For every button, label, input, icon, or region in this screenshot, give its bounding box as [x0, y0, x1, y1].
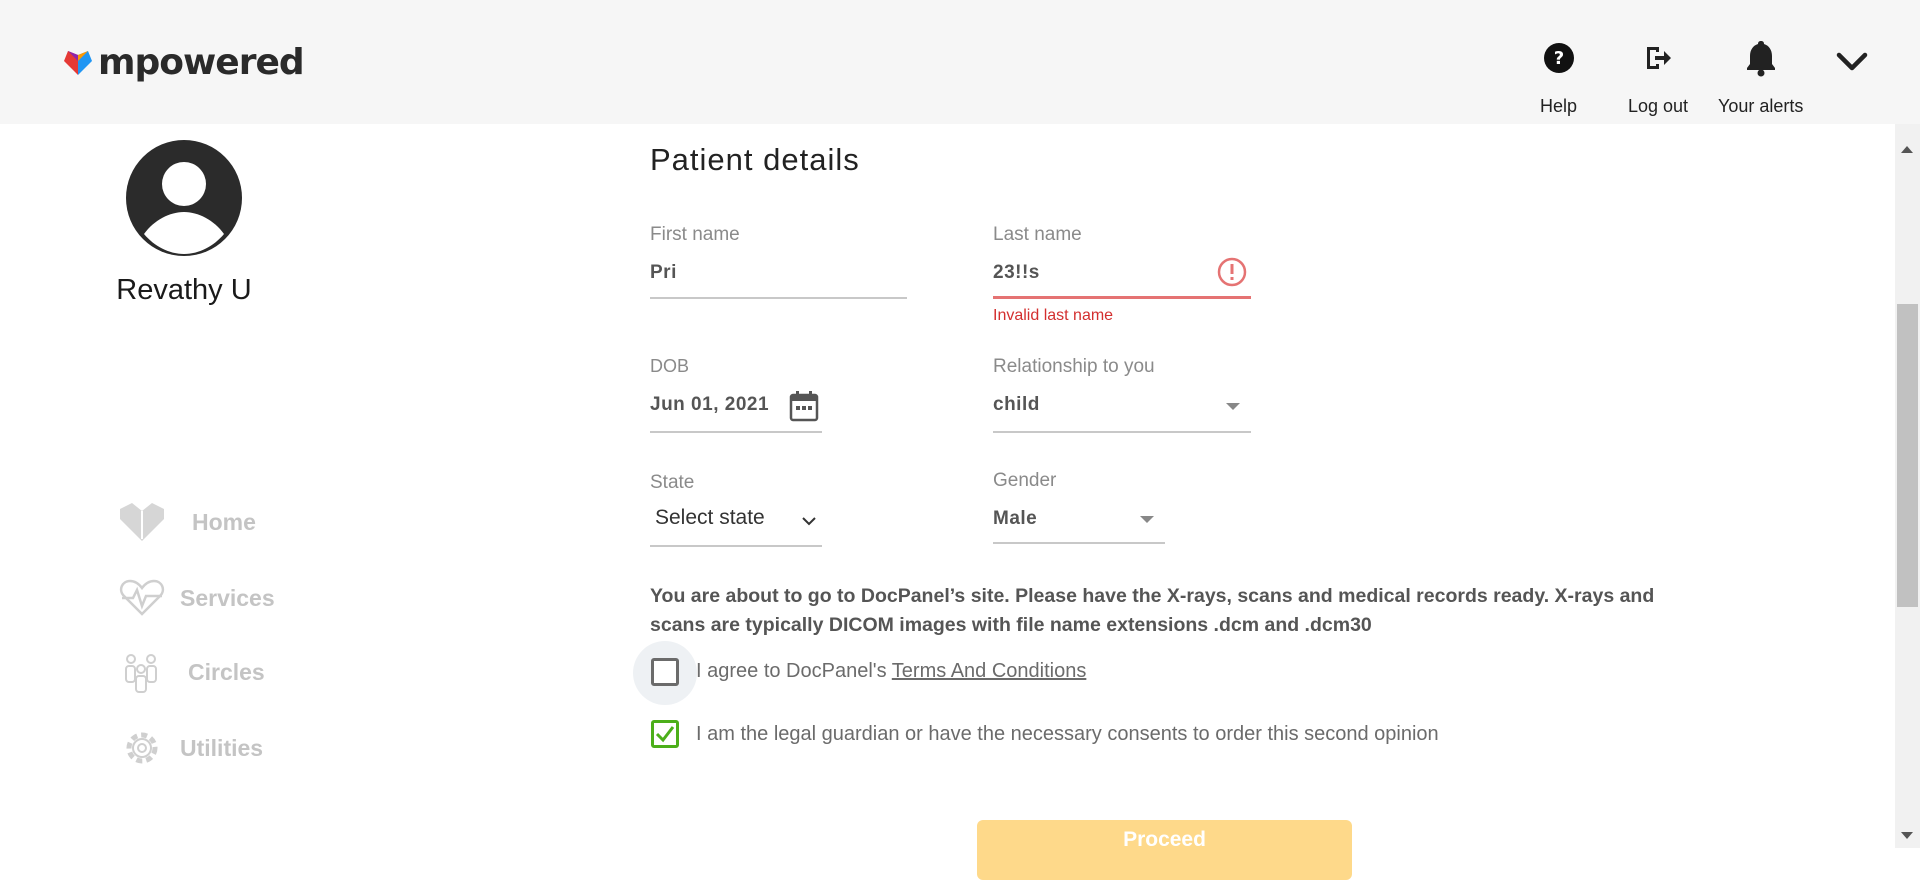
scrollbar-thumb[interactable] [1897, 304, 1918, 607]
sidebar-item-home[interactable]: Home [118, 498, 256, 546]
logo-mark-icon [64, 50, 92, 75]
heart-pulse-icon [118, 574, 166, 622]
error-icon [1217, 257, 1247, 287]
state-underline [650, 545, 822, 547]
scroll-up-icon[interactable] [1901, 146, 1913, 153]
logo[interactable]: mpowered [62, 42, 305, 83]
logo-text: mpowered [98, 42, 305, 83]
alerts-label: Your alerts [1718, 96, 1804, 116]
logout-button[interactable]: Log out [1628, 38, 1688, 117]
alerts-button[interactable]: Your alerts [1718, 38, 1803, 117]
calendar-icon[interactable] [789, 390, 819, 422]
sidebar-item-label: Utilities [180, 734, 264, 761]
help-circle-icon: ? [1541, 38, 1577, 78]
scroll-down-icon[interactable] [1901, 832, 1913, 839]
sidebar-item-label: Services [180, 584, 275, 611]
relationship-underline [993, 431, 1251, 433]
gender-label: Gender [993, 470, 1057, 491]
sidebar-item-services[interactable]: Services [118, 574, 275, 622]
guardian-label: I am the legal guardian or have the nece… [696, 723, 1439, 745]
logout-label: Log out [1628, 96, 1689, 116]
last-name-underline [993, 296, 1251, 299]
check-icon [655, 726, 675, 743]
gear-icon [118, 724, 166, 772]
terms-checkbox[interactable] [651, 658, 679, 686]
bell-icon [1743, 38, 1779, 78]
relationship-select[interactable]: child [993, 394, 1040, 416]
info-text: You are about to go to DocPanel’s site. … [650, 585, 1655, 636]
sidebar-item-utilities[interactable]: Utilities [118, 724, 263, 772]
terms-label: I agree to DocPanel's Terms And Conditio… [696, 660, 1086, 683]
caret-down-icon[interactable] [1226, 403, 1240, 410]
state-select[interactable]: Select state [655, 506, 765, 530]
help-button[interactable]: ? Help [1540, 38, 1577, 117]
sidebar-item-label: Circles [188, 658, 265, 685]
first-name-label: First name [650, 224, 740, 245]
gender-select[interactable]: Male [993, 508, 1037, 530]
chevron-down-icon[interactable] [800, 514, 818, 528]
terms-link[interactable]: Terms And Conditions [892, 660, 1087, 682]
logout-icon [1640, 38, 1676, 78]
page-title: Patient details [650, 142, 860, 177]
top-header: mpowered ? Help Log out Your alerts [0, 0, 1920, 124]
sidebar-item-circles[interactable]: Circles [118, 648, 265, 696]
user-name: Revathy U [116, 274, 252, 306]
relationship-label: Relationship to you [993, 356, 1155, 377]
last-name-error: Invalid last name [993, 307, 1114, 324]
last-name-input[interactable]: 23!!s [993, 262, 1040, 284]
people-icon [118, 648, 166, 696]
chevron-down-icon[interactable] [1834, 46, 1870, 76]
guardian-checkbox[interactable] [651, 720, 679, 748]
dob-input[interactable]: Jun 01, 2021 [650, 394, 769, 416]
caret-down-icon[interactable] [1140, 516, 1154, 523]
state-label: State [650, 472, 695, 493]
first-name-input[interactable]: Pri [650, 262, 677, 284]
avatar [126, 140, 242, 256]
gender-underline [993, 542, 1165, 544]
dob-underline [650, 431, 822, 433]
sidebar-item-label: Home [192, 508, 256, 535]
svg-text:?: ? [1553, 48, 1563, 69]
last-name-label: Last name [993, 224, 1082, 245]
home-heart-icon [118, 498, 166, 546]
terms-prefix: I agree to DocPanel's [696, 660, 892, 682]
dob-label: DOB [650, 356, 690, 376]
help-label: Help [1540, 96, 1578, 116]
first-name-underline [650, 297, 907, 299]
proceed-button[interactable]: Proceed [977, 820, 1352, 880]
